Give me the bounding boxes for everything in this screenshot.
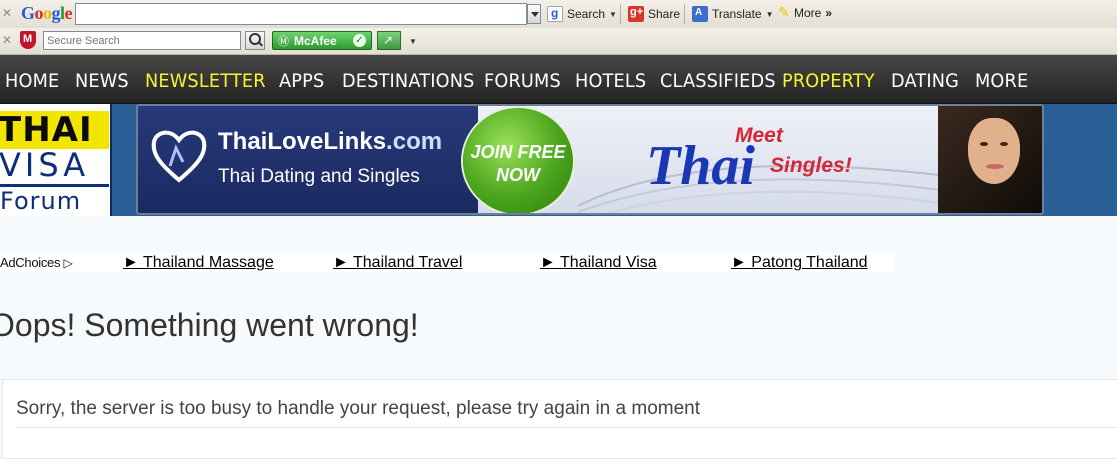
divider [16, 427, 1117, 428]
search-label: Search [567, 7, 606, 21]
check-icon: ✓ [353, 34, 366, 47]
heart-icon [151, 130, 207, 183]
mcafee-label: McAfee [294, 34, 337, 48]
error-title: Oops! Something went wrong! [0, 307, 419, 343]
mcafee-toolbar: ✕ M Ⓜ McAfee ✓ ↗ ▼ [0, 28, 1117, 55]
dating-ad-banner[interactable]: ThaiLoveLinks.com Thai Dating and Single… [136, 104, 1044, 215]
nav-apps[interactable]: APPS [279, 70, 324, 92]
translate-button[interactable]: A Translate ▼ [692, 6, 774, 22]
highlighter-icon: ✎ [778, 4, 790, 20]
search-icon[interactable] [245, 31, 265, 50]
close-toolbar-icon[interactable]: ✕ [2, 33, 12, 47]
ad-left-panel: ThaiLoveLinks.com Thai Dating and Single… [138, 106, 478, 213]
nav-newsletter[interactable]: NEWSLETTER [145, 70, 266, 92]
ad-link-patong-thailand[interactable]: ► Patong Thailand [731, 254, 868, 272]
main-nav: HOME NEWS NEWSLETTER APPS DESTINATIONS F… [0, 55, 1117, 104]
ad-meet: Meet [735, 124, 783, 147]
nav-dating[interactable]: DATING [891, 70, 959, 92]
more-label: More [794, 6, 822, 20]
nav-classifieds[interactable]: CLASSIFIEDS [660, 70, 776, 92]
adchoices-icon: ▷ [63, 256, 73, 270]
google-plus-share-icon: g+ [628, 6, 644, 22]
adchoices-label[interactable]: AdChoices ▷ [0, 255, 73, 270]
ad-link-thailand-massage[interactable]: ► Thailand Massage [123, 254, 274, 272]
close-toolbar-icon[interactable]: ✕ [2, 6, 12, 20]
thaivisa-logo[interactable]: THAI VISA Forum [0, 104, 112, 216]
share-button[interactable]: g+ Share [628, 6, 680, 22]
nav-news[interactable]: NEWS [75, 70, 129, 92]
google-toolbar: ✕ Google g Search ▼ g+ Share A Translate… [0, 0, 1117, 28]
nav-property[interactable]: PROPERTY [782, 70, 875, 92]
more-button[interactable]: ✎ More » [776, 4, 833, 20]
join-free-now-button[interactable]: JOIN FREE NOW [463, 108, 573, 213]
google-search-button[interactable]: g Search ▼ [547, 6, 617, 22]
chevron-down-icon[interactable]: ▼ [409, 37, 417, 46]
secure-search-input[interactable] [43, 31, 241, 50]
nav-destinations[interactable]: DESTINATIONS [342, 70, 475, 92]
toolbar-separator [620, 4, 621, 24]
nav-hotels[interactable]: HOTELS [575, 70, 646, 92]
ad-singles: Singles! [770, 154, 852, 177]
site-advisor-icon[interactable]: ↗ [377, 31, 401, 50]
google-search-input[interactable] [75, 3, 527, 25]
chevron-down-icon: ▼ [609, 9, 617, 19]
ad-site-name: ThaiLoveLinks.com [218, 128, 443, 155]
nav-forums[interactable]: FORUMS [484, 70, 561, 92]
share-label: Share [648, 7, 681, 21]
chevron-down-icon: ▼ [765, 9, 774, 19]
nav-more[interactable]: MORE [975, 70, 1028, 92]
error-message-box: Sorry, the server is too busy to handle … [2, 379, 1117, 459]
google-g-icon: g [547, 6, 563, 22]
ad-link-thailand-travel[interactable]: ► Thailand Travel [333, 254, 462, 272]
decorative-swoosh [578, 165, 948, 213]
nav-home[interactable]: HOME [5, 70, 59, 92]
mcafee-shield-icon: M [20, 31, 36, 49]
ad-model-photo [938, 106, 1042, 213]
mcafee-m-icon: Ⓜ [278, 36, 289, 48]
double-chevron-right-icon: » [825, 6, 833, 20]
mcafee-status-button[interactable]: Ⓜ McAfee ✓ [272, 31, 372, 50]
ad-links-bar: AdChoices ▷ ► Thailand Massage ► Thailan… [0, 252, 895, 273]
ad-tagline: Thai Dating and Singles [218, 166, 420, 187]
ad-link-thailand-visa[interactable]: ► Thailand Visa [540, 254, 657, 272]
translate-label: Translate [712, 7, 762, 21]
error-message: Sorry, the server is too busy to handle … [16, 398, 700, 419]
toolbar-separator [684, 4, 685, 24]
search-history-dropdown[interactable] [527, 4, 541, 24]
translate-icon: A [692, 6, 708, 22]
google-logo: Google [21, 3, 73, 23]
